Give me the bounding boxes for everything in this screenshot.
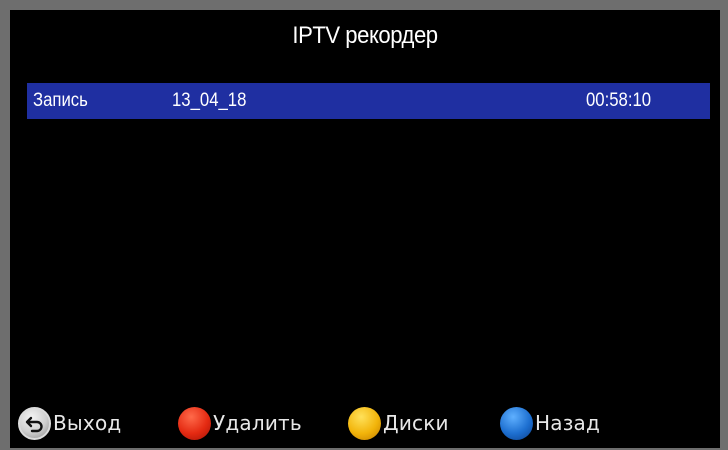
back-button[interactable]: Назад	[500, 405, 600, 441]
blue-button-icon	[500, 406, 533, 440]
page-title: IPTV рекордер	[292, 22, 438, 49]
disks-label: Диски	[383, 411, 449, 435]
yellow-button-icon	[348, 406, 381, 440]
recording-list-item[interactable]: Запись 13_04_18 00:58:10	[27, 83, 710, 119]
disks-button[interactable]: Диски	[348, 405, 449, 441]
exit-button[interactable]: Выход	[18, 405, 121, 441]
footer-button-bar: Выход Удалить Диски Назад	[10, 400, 710, 448]
recording-date: 13_04_18	[172, 90, 247, 111]
return-arrow-icon	[18, 406, 51, 440]
delete-label: Удалить	[213, 411, 302, 435]
red-button-icon	[178, 406, 211, 440]
delete-button[interactable]: Удалить	[178, 405, 302, 441]
recording-duration: 00:58:10	[586, 90, 652, 111]
iptv-recorder-screen: IPTV рекордер Запись 13_04_18 00:58:10 В…	[0, 0, 728, 450]
recording-name: Запись	[33, 90, 88, 111]
back-label: Назад	[535, 411, 601, 435]
exit-label: Выход	[53, 411, 122, 435]
